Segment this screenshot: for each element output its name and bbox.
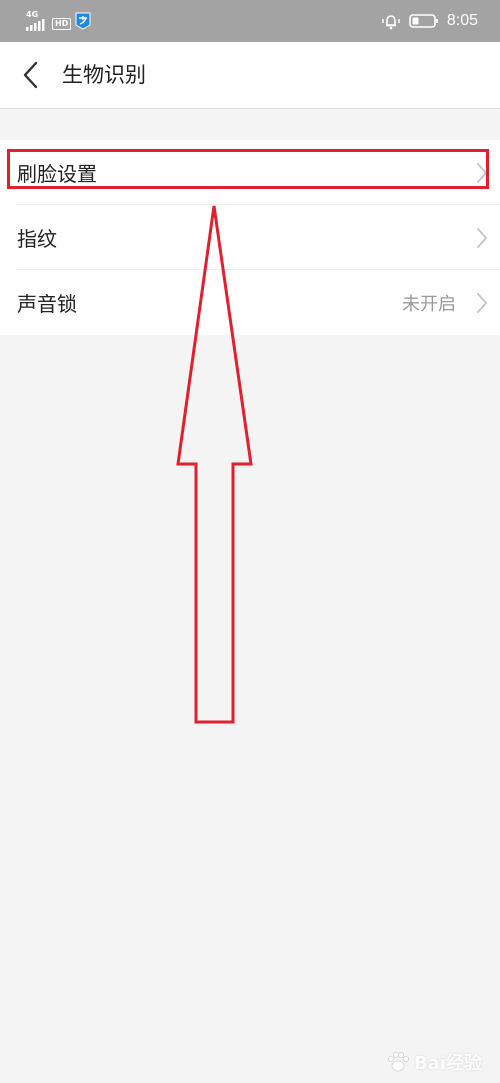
paw-icon <box>387 1052 409 1072</box>
status-left-group: 4G HD <box>26 10 91 32</box>
settings-item-fingerprint[interactable]: 指纹 <box>0 205 500 270</box>
page-title: 生物识别 <box>62 63 146 87</box>
signal-icon <box>26 19 45 31</box>
watermark-text: Bai经验 <box>413 1053 482 1074</box>
chevron-right-icon <box>477 292 487 313</box>
status-bar: 4G HD 8:05 <box>0 0 500 42</box>
settings-item-face-recognition[interactable]: 刷脸设置 <box>0 140 500 205</box>
title-bar: 生物识别 <box>0 42 500 109</box>
settings-item-label: 声音锁 <box>17 292 77 316</box>
alipay-notification-icon <box>75 12 91 30</box>
battery-icon <box>409 14 438 28</box>
vibrate-bell-icon <box>382 15 400 30</box>
chevron-left-icon <box>23 61 38 89</box>
chevron-right-icon <box>477 227 487 248</box>
settings-list: 刷脸设置 指纹 声音锁 未开启 <box>0 140 500 335</box>
settings-item-label: 刷脸设置 <box>17 162 97 186</box>
watermark-logo: Bai经验 <box>386 1049 482 1075</box>
signal-group: 4G <box>26 11 48 31</box>
back-button[interactable] <box>10 55 50 95</box>
network-type-label: 4G <box>26 10 39 19</box>
status-right-group: 8:05 <box>381 10 478 32</box>
status-clock: 8:05 <box>446 12 478 29</box>
chevron-right-icon <box>477 162 487 183</box>
settings-item-voice-lock[interactable]: 声音锁 未开启 <box>0 270 500 335</box>
settings-item-label: 指纹 <box>17 227 57 251</box>
settings-item-status: 未开启 <box>402 293 456 315</box>
hd-badge: HD <box>52 18 72 30</box>
